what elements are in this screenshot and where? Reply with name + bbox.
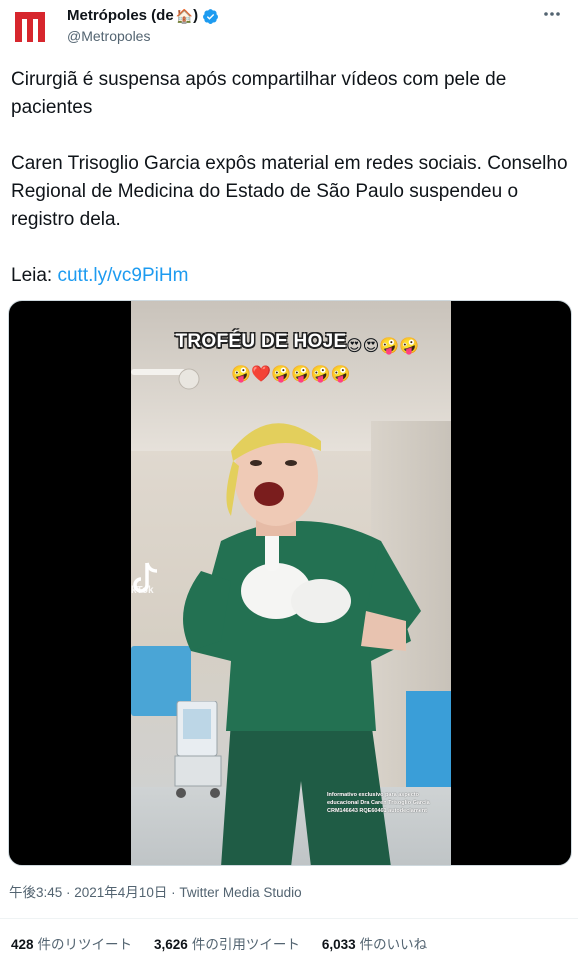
tweet-text: Cirurgiã é suspensa após compartilhar ví… <box>11 66 571 290</box>
author-handle[interactable]: @Metropoles <box>67 27 219 45</box>
emoji-row-2: 🤪❤️🤪🤪🤪🤪 <box>231 366 351 383</box>
tweet-link-line: Leia: cutt.ly/vc9PiHm <box>11 262 571 290</box>
tweet: Metrópoles (de 🏠 ) @Metropoles Cirurgiã … <box>0 0 578 960</box>
quotes-stat[interactable]: 3,626 件の引用ツイート <box>154 936 300 954</box>
verified-badge-icon <box>202 8 219 25</box>
divider <box>0 918 578 919</box>
emoji-row-1: 😍😍🤪🤪 <box>346 338 420 355</box>
read-label: Leia: <box>11 265 53 286</box>
more-options-icon[interactable] <box>542 4 562 24</box>
retweets-label: 件のリツイート <box>37 937 133 952</box>
likes-label: 件のいいね <box>359 937 428 952</box>
house-icon: 🏠 <box>175 7 194 24</box>
tweet-body: Caren Trisoglio Garcia expôs material em… <box>11 153 568 230</box>
tiktok-label: kTok <box>131 585 154 596</box>
tweet-timestamp[interactable]: 午後3:45 · 2021年4月10日 · Twitter Media Stud… <box>9 884 302 902</box>
retweets-count: 428 <box>11 937 34 952</box>
display-name[interactable]: Metrópoles (de <box>67 6 174 26</box>
display-name-row[interactable]: Metrópoles (de 🏠 ) <box>67 6 219 26</box>
video-watermark: Informativo exclusivo para aspecto educa… <box>327 792 430 814</box>
quotes-count: 3,626 <box>154 937 188 952</box>
likes-count: 6,033 <box>321 937 356 952</box>
avatar[interactable] <box>12 8 48 44</box>
display-name-suffix: ) <box>193 7 199 24</box>
metropoles-logo-icon <box>12 8 48 44</box>
video-player[interactable]: TROFÉU DE HOJE 😍😍🤪🤪 🤪❤️🤪🤪🤪🤪 kTok Informa… <box>8 300 572 866</box>
tweet-headline: Cirurgiã é suspensa após compartilhar ví… <box>11 69 507 118</box>
retweets-stat[interactable]: 428 件のリツイート <box>11 936 132 954</box>
author-names[interactable]: Metrópoles (de 🏠 ) @Metropoles <box>67 6 219 45</box>
quotes-label: 件の引用ツイート <box>191 937 300 952</box>
video-frame[interactable]: TROFÉU DE HOJE 😍😍🤪🤪 🤪❤️🤪🤪🤪🤪 kTok Informa… <box>131 301 451 865</box>
likes-stat[interactable]: 6,033 件のいいね <box>322 936 427 954</box>
article-link[interactable]: cutt.ly/vc9PiHm <box>57 265 188 286</box>
engagement-stats: 428 件のリツイート 3,626 件の引用ツイート 6,033 件のいいね <box>11 936 427 954</box>
